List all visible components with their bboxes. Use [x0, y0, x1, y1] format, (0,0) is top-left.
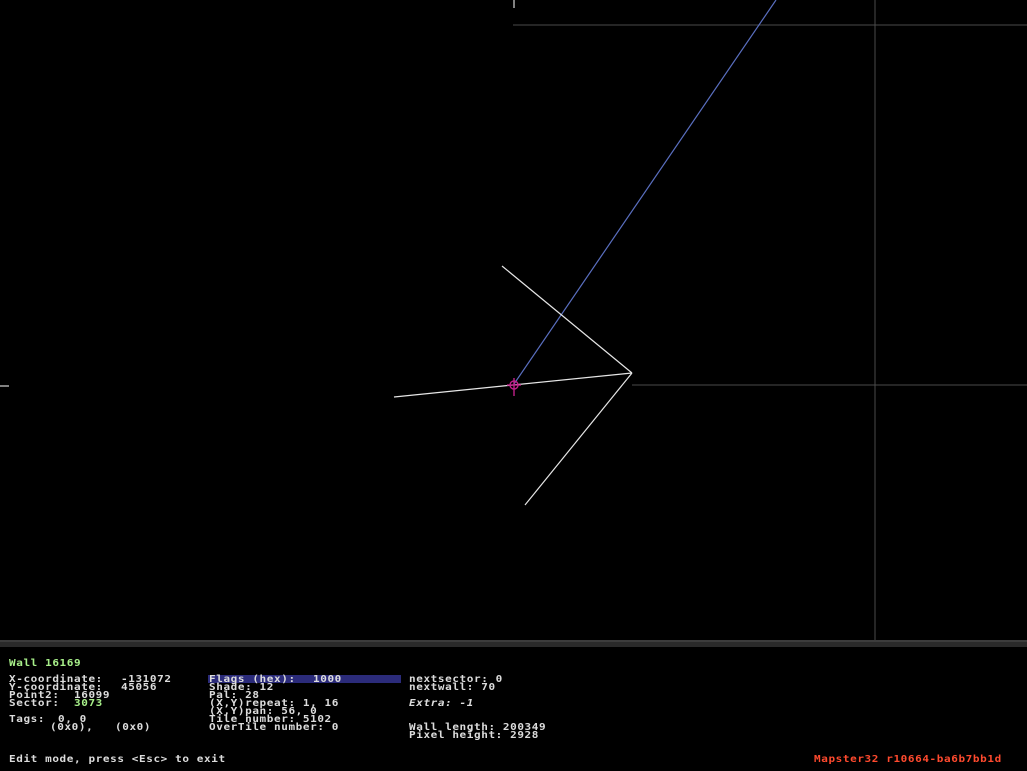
status-message: Edit mode, press <Esc> to exit [9, 753, 226, 765]
crosshair-cursor-icon [507, 378, 521, 396]
y-coordinate-value: 45056 [121, 681, 158, 693]
sprite-direction-line [513, 0, 777, 385]
map-canvas[interactable] [0, 0, 1027, 640]
version-label: Mapster32 r10664-ba6b7bb1d [814, 753, 1002, 765]
wall-header: Wall 16169 [9, 657, 82, 669]
nextwall-field[interactable]: nextwall: 70 [409, 682, 496, 692]
wall-line[interactable] [524, 372, 633, 506]
sector-label: Sector: [9, 697, 60, 709]
overtile-number-field[interactable]: OverTile number: 0 [209, 722, 339, 732]
map-viewport[interactable] [0, 0, 1027, 640]
tags-label: Tags: [9, 713, 46, 725]
wall-line[interactable] [501, 265, 633, 374]
sector-value: 3073 [74, 697, 103, 709]
flags-value[interactable]: 1000 [313, 674, 342, 684]
panel-bevel [0, 642, 1027, 647]
info-panel: Wall 16169 X-coordinate: -131072 Y-coord… [0, 640, 1027, 771]
tags-hex: (0x0), (0x0) [50, 721, 152, 733]
extra-field[interactable]: Extra: -1 [409, 698, 474, 708]
pixel-height-readout: Pixel height: 2928 [409, 729, 540, 741]
